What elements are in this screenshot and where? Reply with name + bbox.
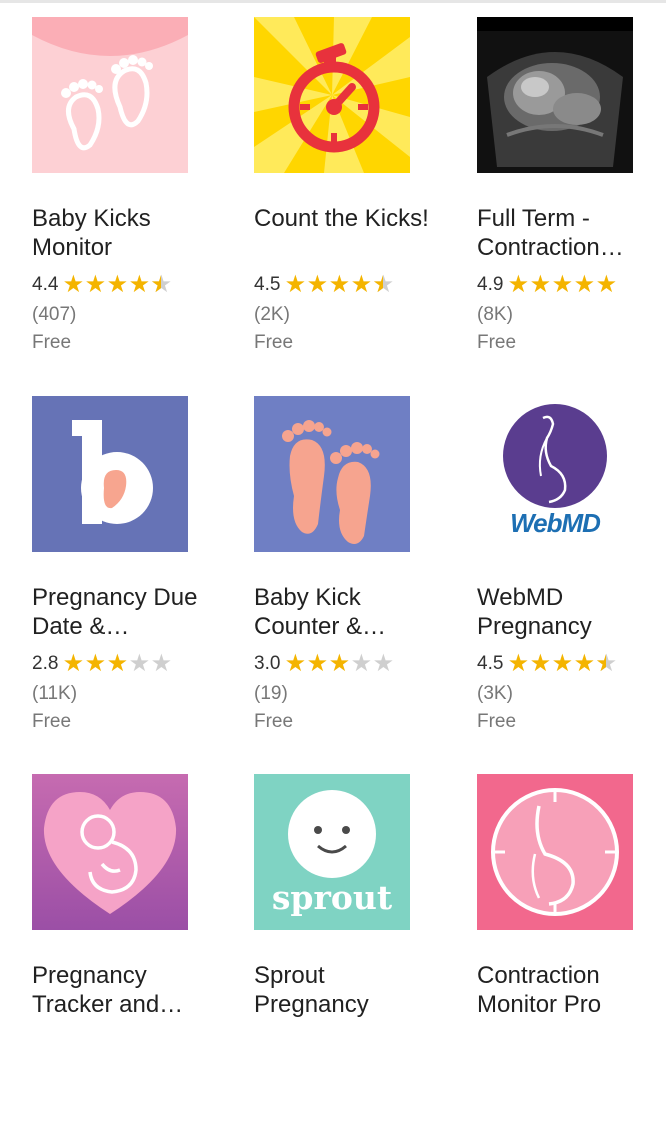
star-half-icon: ★ xyxy=(150,273,172,298)
star-full-icon: ★ xyxy=(573,650,596,677)
app-title[interactable]: Baby Kicks Monitor xyxy=(32,204,222,262)
star-empty-icon: ★ xyxy=(372,650,395,677)
star-full-icon: ★ xyxy=(350,271,373,298)
star-full-icon: ★ xyxy=(529,650,552,677)
star-full-icon: ★ xyxy=(128,271,151,298)
app-title[interactable]: Sprout Pregnancy xyxy=(254,961,444,1019)
app-grid: Baby Kicks Monitor 4.4 ★★★★★ (407) Free xyxy=(0,0,666,1020)
star-rating: ★ ★ ★ ★ ★ xyxy=(507,271,618,298)
star-full-icon: ★ xyxy=(306,650,329,677)
star-full-icon: ★ xyxy=(551,650,574,677)
review-count: (407) xyxy=(32,304,77,325)
price-label: Free xyxy=(32,711,72,732)
star-full-icon: ★ xyxy=(106,650,129,677)
price-label: Free xyxy=(477,711,517,732)
star-full-icon: ★ xyxy=(284,650,307,677)
star-half-icon: ★ xyxy=(372,273,394,298)
app-title[interactable]: Pregnancy Tracker and… xyxy=(32,961,222,1019)
star-full-icon: ★ xyxy=(507,650,530,677)
star-full-icon: ★ xyxy=(551,271,574,298)
app-card-baby-kick-counter[interactable]: Baby Kick Counter &… 3.0 ★ ★ ★ ★ ★ (19) Free xyxy=(254,396,454,756)
rating-row: 4.5 ★ ★ ★ ★ ★ xyxy=(254,271,394,299)
star-rating: ★ ★ ★ ★ ★ xyxy=(507,650,618,677)
star-full-icon: ★ xyxy=(306,271,329,298)
app-title[interactable]: Baby Kick Counter &… xyxy=(254,583,444,641)
app-title[interactable]: WebMD Pregnancy xyxy=(477,583,666,641)
star-full-icon: ★ xyxy=(106,271,129,298)
rating-value: 2.8 xyxy=(32,653,59,674)
star-full-icon: ★ xyxy=(595,271,618,298)
app-card-contraction-monitor-pro[interactable]: Contraction Monitor Pro xyxy=(477,774,666,1134)
app-title[interactable]: Count the Kicks! xyxy=(254,204,444,233)
app-card-pregnancy-due-date[interactable]: Pregnancy Due Date &… 2.8 ★ ★ ★ ★ ★ (11K) Fr… xyxy=(32,396,232,756)
star-rating: ★ ★ ★ ★ ★ xyxy=(62,650,173,677)
sprout-logo-text: sprout xyxy=(271,878,393,917)
app-card-count-the-kicks[interactable]: Count the Kicks! 4.5 ★★★★★ (2K) Free xyxy=(254,17,454,377)
rating-row: 4.9 ★ ★ ★ ★ ★ xyxy=(477,271,617,299)
star-full-icon: ★ xyxy=(328,271,351,298)
rating-row: 3.0 ★ ★ ★ ★ ★ xyxy=(254,650,394,678)
star-full-icon: ★ xyxy=(573,271,596,298)
rating-value: 3.0 xyxy=(254,653,281,674)
star-rating: ★ ★ ★ ★ ★ xyxy=(62,271,173,298)
contraction-clock-icon[interactable] xyxy=(477,774,633,930)
price-label: Free xyxy=(254,711,294,732)
app-title[interactable]: Full Term - Contraction… xyxy=(477,204,666,262)
rating-value: 4.5 xyxy=(254,274,281,295)
app-card-sprout-pregnancy[interactable]: sprout Sprout Pregnancy xyxy=(254,774,454,1134)
review-count: (19) xyxy=(254,683,288,704)
review-count: (3K) xyxy=(477,683,513,704)
star-half-icon: ★ xyxy=(595,652,617,677)
app-card-baby-kicks-monitor[interactable]: Baby Kicks Monitor 4.4 ★★★★★ (407) Free xyxy=(32,17,232,377)
rating-row: 2.8 ★ ★ ★ ★ ★ xyxy=(32,650,172,678)
app-card-webmd-pregnancy[interactable]: WebMD WebMD Pregnancy 4.5 ★★★★★ (3K) Fre… xyxy=(477,396,666,756)
app-card-full-term[interactable]: Full Term - Contraction… 4.9 ★ ★ ★ ★ ★ (8K) … xyxy=(477,17,666,377)
review-count: (2K) xyxy=(254,304,290,325)
rating-value: 4.5 xyxy=(477,653,504,674)
app-title[interactable]: Contraction Monitor Pro xyxy=(477,961,666,1019)
app-card-pregnancy-tracker[interactable]: Pregnancy Tracker and… xyxy=(32,774,232,1134)
star-empty-icon: ★ xyxy=(150,650,173,677)
star-empty-icon: ★ xyxy=(350,650,373,677)
rating-row: 4.5 ★ ★ ★ ★ ★ xyxy=(477,650,617,678)
heart-fetus-icon[interactable] xyxy=(32,774,188,930)
star-rating: ★ ★ ★ ★ ★ xyxy=(284,650,395,677)
star-full-icon: ★ xyxy=(284,271,307,298)
baby-feet-icon[interactable] xyxy=(32,17,188,173)
footprints-icon[interactable] xyxy=(254,396,410,552)
star-full-icon: ★ xyxy=(84,650,107,677)
star-full-icon: ★ xyxy=(328,650,351,677)
star-full-icon: ★ xyxy=(84,271,107,298)
price-label: Free xyxy=(254,332,294,353)
star-full-icon: ★ xyxy=(62,650,85,677)
webmd-pregnancy-icon[interactable]: WebMD xyxy=(477,396,633,552)
star-full-icon: ★ xyxy=(529,271,552,298)
rating-value: 4.4 xyxy=(32,274,59,295)
stopwatch-icon[interactable] xyxy=(254,17,410,173)
star-full-icon: ★ xyxy=(507,271,530,298)
price-label: Free xyxy=(32,332,72,353)
b-logo-icon[interactable] xyxy=(32,396,188,552)
rating-row: 4.4 ★ ★ ★ ★ ★ xyxy=(32,271,172,299)
ultrasound-icon[interactable] xyxy=(477,17,633,173)
sprout-baby-icon[interactable]: sprout xyxy=(254,774,410,930)
app-title[interactable]: Pregnancy Due Date &… xyxy=(32,583,222,641)
rating-value: 4.9 xyxy=(477,274,504,295)
review-count: (8K) xyxy=(477,304,513,325)
star-full-icon: ★ xyxy=(62,271,85,298)
review-count: (11K) xyxy=(32,683,78,704)
webmd-logo-text: WebMD xyxy=(510,508,601,538)
star-empty-icon: ★ xyxy=(128,650,151,677)
price-label: Free xyxy=(477,332,517,353)
star-rating: ★ ★ ★ ★ ★ xyxy=(284,271,395,298)
